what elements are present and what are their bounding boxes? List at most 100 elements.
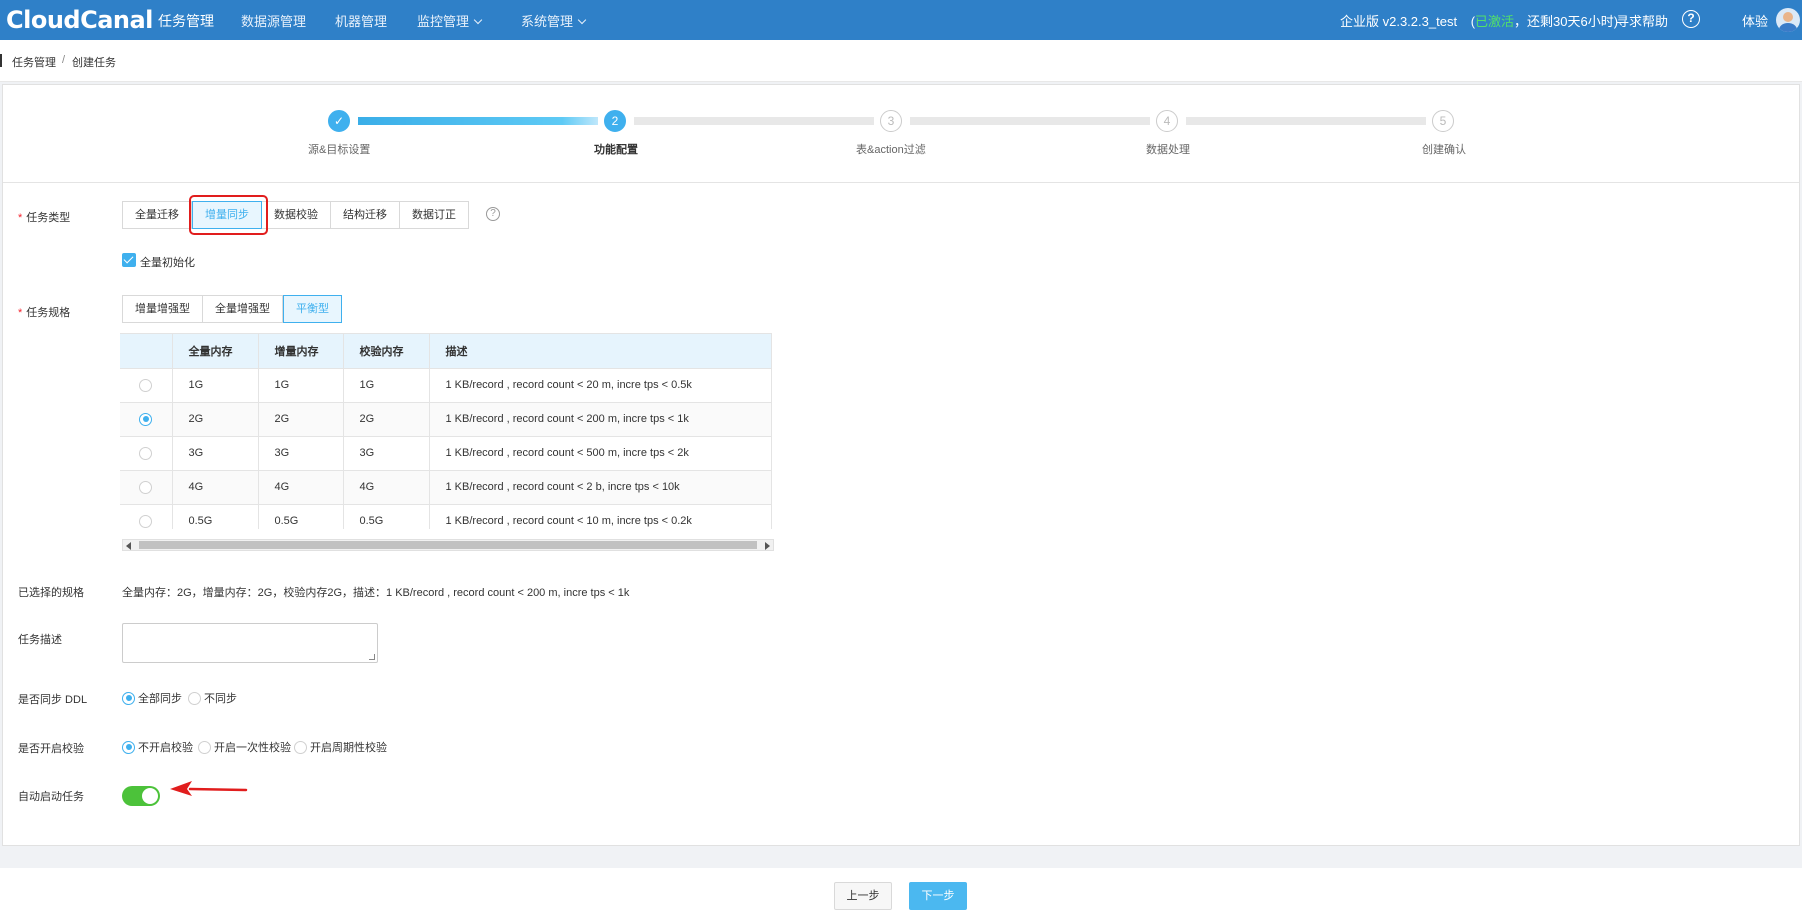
step-3-label: 表&action过滤 — [856, 144, 926, 156]
edition-text: 企业版 v2.3.2.3_test — [1340, 14, 1458, 29]
nav-system-label: 系统管理 — [521, 14, 574, 29]
annotation-highlight-box — [189, 195, 268, 235]
table-row[interactable]: 1G 1G 1G 1 KB/record , record count < 20… — [120, 368, 772, 403]
task-type-label: * 任务类型 — [18, 212, 71, 224]
nav-machine-management[interactable]: 机器管理 — [335, 11, 387, 30]
task-type-data-correction[interactable]: 数据订正 — [400, 201, 469, 229]
cell-incr: 0.5G — [258, 504, 344, 529]
check-option-once[interactable]: 开启一次性校验 — [198, 739, 291, 755]
spec-radio[interactable] — [139, 480, 153, 494]
next-step-button[interactable]: 下一步 — [909, 882, 967, 910]
step-2-circle: 2 — [604, 110, 626, 132]
cell-full: 0.5G — [172, 504, 259, 529]
user-name[interactable]: 体验 — [1742, 11, 1768, 30]
task-type-data-check[interactable]: 数据校验 — [262, 201, 331, 229]
cell-desc: 1 KB/record , record count < 10 m, incre… — [429, 504, 772, 529]
scroll-right-icon[interactable] — [765, 542, 770, 550]
cell-check: 2G — [343, 402, 430, 437]
radio-selected-icon[interactable] — [122, 740, 135, 754]
cell-incr: 3G — [258, 436, 344, 471]
radio-icon[interactable] — [294, 740, 307, 754]
table-row[interactable]: 2G 2G 2G 1 KB/record , record count < 20… — [120, 402, 772, 437]
breadcrumb-separator: / — [62, 54, 66, 66]
cell-desc: 1 KB/record , record count < 500 m, incr… — [429, 436, 772, 471]
step-3-circle: 3 — [880, 110, 902, 132]
radio-icon[interactable] — [188, 691, 201, 705]
spec-selector: 增量增强型 全量增强型 平衡型 — [122, 295, 342, 323]
ddl-option-none[interactable]: 不同步 — [188, 690, 237, 706]
scroll-thumb[interactable] — [139, 541, 757, 549]
cell-desc: 1 KB/record , record count < 20 m, incre… — [429, 368, 772, 403]
cloudcanal-logo[interactable]: CloudCanal — [6, 6, 153, 34]
row-radio-cell[interactable] — [120, 368, 173, 403]
step-1-label: 源&目标设置 — [308, 144, 371, 156]
autostart-toggle[interactable] — [122, 786, 160, 806]
step-connector-4 — [1186, 117, 1426, 125]
cell-desc: 1 KB/record , record count < 2 b, incre … — [429, 470, 772, 505]
nav-monitor-management[interactable]: 监控管理 — [417, 11, 483, 30]
row-radio-cell[interactable] — [120, 402, 173, 437]
cell-incr: 4G — [258, 470, 344, 505]
spec-radio[interactable] — [139, 514, 153, 528]
question-mark-icon[interactable]: ? — [486, 207, 500, 221]
step-4-label: 数据处理 — [1146, 144, 1190, 156]
scroll-left-icon[interactable] — [126, 542, 131, 550]
autostart-label: 自动启动任务 — [18, 791, 84, 803]
cell-incr: 1G — [258, 368, 344, 403]
cell-incr: 2G — [258, 402, 344, 437]
spec-incremental-enhanced[interactable]: 增量增强型 — [122, 295, 203, 323]
task-type-selector: 全量迁移 增量同步 数据校验 结构迁移 数据订正 — [122, 201, 469, 229]
user-avatar[interactable] — [1776, 8, 1800, 32]
ddl-option-all[interactable]: 全部同步 — [122, 690, 182, 706]
table-header-row: 全量内存 增量内存 校验内存 描述 — [120, 334, 772, 369]
spec-full-enhanced[interactable]: 全量增强型 — [203, 295, 283, 323]
col-description: 描述 — [429, 334, 772, 369]
step-5-circle: 5 — [1432, 110, 1454, 132]
task-desc-textarea[interactable] — [122, 623, 378, 663]
spec-radio[interactable] — [139, 446, 153, 460]
spec-label: * 任务规格 — [18, 307, 71, 319]
table-horizontal-scrollbar[interactable] — [122, 539, 774, 551]
col-full-memory: 全量内存 — [172, 334, 259, 369]
cell-check: 4G — [343, 470, 430, 505]
col-check-memory: 校验内存 — [343, 334, 430, 369]
breadcrumb-root[interactable]: 任务管理 — [12, 54, 56, 70]
help-icon[interactable]: ? — [1682, 10, 1700, 28]
ddl-sync-label: 是否同步 DDL — [18, 694, 88, 706]
activated-status: 已激活 — [1475, 14, 1515, 29]
nav-monitor-label: 监控管理 — [417, 14, 470, 29]
spec-table: 全量内存 增量内存 校验内存 描述 1G 1G 1G 1 KB/record ,… — [120, 333, 772, 529]
chevron-down-icon — [473, 15, 483, 25]
spec-radio-selected[interactable] — [139, 412, 153, 426]
check-option-periodic[interactable]: 开启周期性校验 — [294, 739, 387, 755]
chevron-down-icon — [577, 15, 587, 25]
ddl-option-all-label: 全部同步 — [138, 693, 182, 705]
cell-full: 4G — [172, 470, 259, 505]
step-5-label: 创建确认 — [1422, 144, 1466, 156]
cell-desc: 1 KB/record , record count < 200 m, incr… — [429, 402, 772, 437]
table-row[interactable]: 3G 3G 3G 1 KB/record , record count < 50… — [120, 436, 772, 471]
nav-task-management[interactable]: 任务管理 — [158, 11, 214, 31]
col-incr-memory: 增量内存 — [258, 334, 344, 369]
prev-step-button[interactable]: 上一步 — [834, 882, 892, 910]
breadcrumb: 任务管理 / 创建任务 — [0, 40, 1802, 82]
task-type-full-migration[interactable]: 全量迁移 — [122, 201, 192, 229]
check-option-off[interactable]: 不开启校验 — [122, 739, 193, 755]
row-radio-cell[interactable] — [120, 470, 173, 505]
radio-selected-icon[interactable] — [122, 691, 135, 705]
row-radio-cell[interactable] — [120, 504, 173, 529]
selected-spec-value: 全量内存：2G，增量内存：2G，校验内存2G，描述：1 KB/record , … — [122, 587, 630, 599]
help-link[interactable]: 寻求帮助 — [1616, 11, 1668, 30]
nav-datasource-management[interactable]: 数据源管理 — [241, 11, 306, 30]
step-connector-1 — [358, 117, 598, 125]
row-radio-cell[interactable] — [120, 436, 173, 471]
full-init-checkbox[interactable] — [122, 253, 136, 267]
spec-radio[interactable] — [139, 378, 153, 392]
task-type-schema-migration[interactable]: 结构迁移 — [331, 201, 400, 229]
spec-balanced[interactable]: 平衡型 — [283, 295, 342, 323]
radio-icon[interactable] — [198, 740, 211, 754]
nav-system-management[interactable]: 系统管理 — [521, 11, 587, 30]
resize-handle-icon[interactable] — [369, 654, 375, 660]
table-row[interactable]: 4G 4G 4G 1 KB/record , record count < 2 … — [120, 470, 772, 505]
table-row[interactable]: 0.5G 0.5G 0.5G 1 KB/record , record coun… — [120, 504, 772, 529]
